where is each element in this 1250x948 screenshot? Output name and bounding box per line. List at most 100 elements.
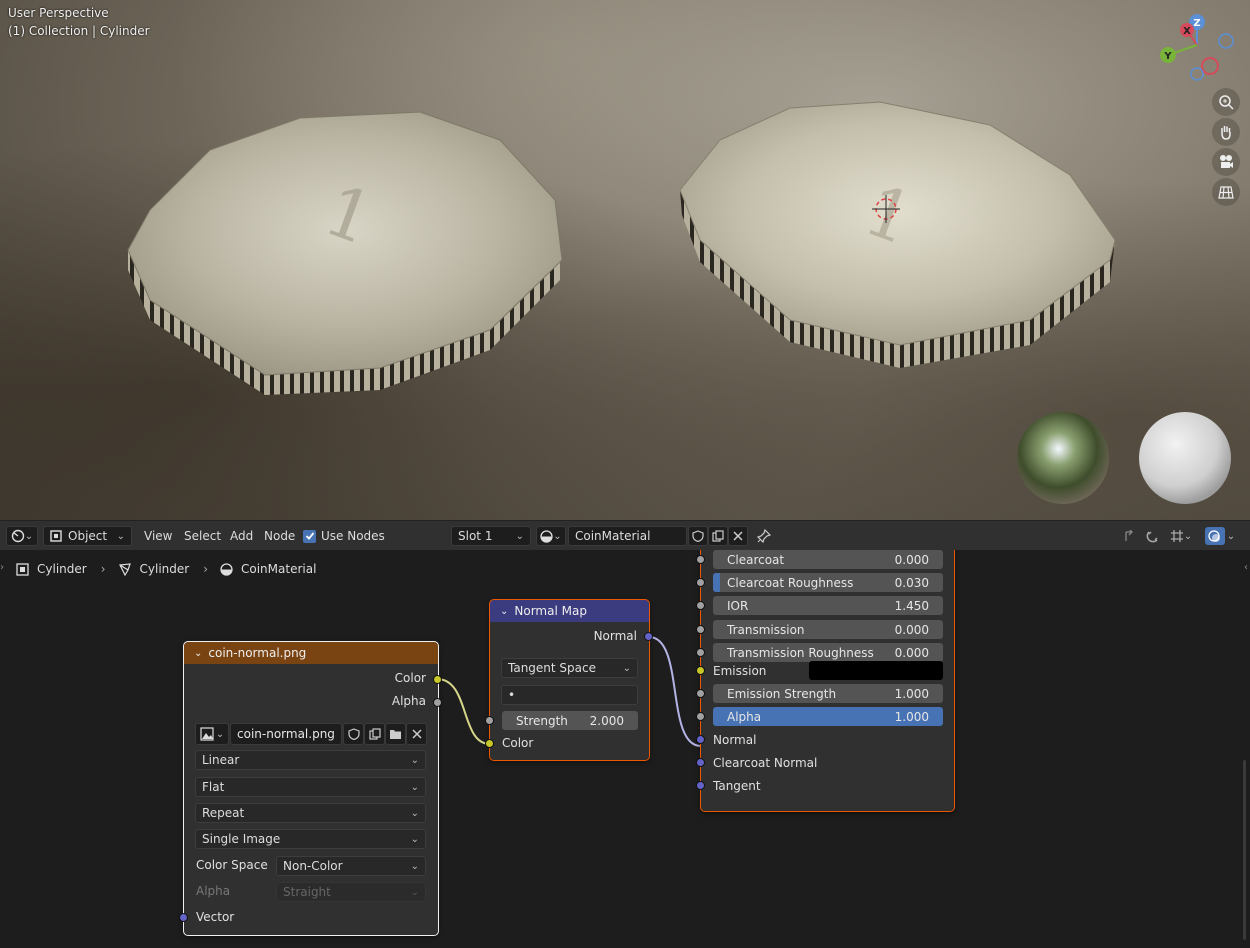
hand-icon[interactable] (1212, 118, 1240, 146)
source-dropdown[interactable]: Single Image ⌄ (195, 829, 426, 849)
color-space-value: Non-Color (283, 859, 343, 873)
editor-type-selector[interactable]: ⌄ (6, 526, 38, 546)
chevron-down-icon: ⌄ (410, 754, 419, 766)
bsdf-field[interactable]: Transmission 0.000 (713, 620, 943, 639)
bsdf-field[interactable]: IOR 1.450 (713, 596, 943, 615)
output-color-socket[interactable] (433, 675, 442, 684)
close-icon (411, 729, 422, 739)
bsdf-field[interactable]: Transmission Roughness 0.000 (713, 643, 943, 662)
bsdf-field-value: 0.000 (894, 552, 929, 567)
snap-toggle[interactable] (1143, 526, 1163, 546)
input-socket[interactable] (696, 555, 705, 564)
projection-dropdown[interactable]: Flat ⌄ (195, 777, 426, 797)
source-value: Single Image (202, 832, 281, 846)
bsdf-field-label: IOR (727, 598, 749, 613)
input-socket[interactable] (696, 625, 705, 634)
input-emission-strength-socket[interactable] (696, 689, 705, 698)
bsdf-field-label: Transmission Roughness (727, 645, 874, 660)
bsdf-field[interactable]: Clearcoat Roughness 0.030 (713, 573, 943, 592)
use-nodes-checkbox[interactable] (303, 529, 316, 543)
menu-select[interactable]: Select (184, 526, 221, 546)
input-clearcoat-normal-socket[interactable] (696, 758, 705, 767)
strength-field[interactable]: Strength 2.000 (502, 711, 638, 730)
input-normal-socket[interactable] (696, 735, 705, 744)
alpha-field[interactable]: Alpha 1.000 (713, 707, 943, 726)
snap-element-dropdown[interactable]: ⌄ (1166, 526, 1196, 546)
input-color-socket[interactable] (485, 739, 494, 748)
chevron-down-icon: ⌄ (116, 530, 125, 542)
node-title: Normal Map (514, 604, 587, 618)
extension-dropdown[interactable]: Repeat ⌄ (195, 803, 426, 823)
menu-node[interactable]: Node (264, 526, 295, 546)
pin-button[interactable] (756, 526, 772, 546)
input-tangent-socket[interactable] (696, 781, 705, 790)
image-browse-button[interactable]: ⌄ (195, 723, 229, 745)
fake-user-button[interactable] (688, 526, 708, 546)
duplicate-image-button[interactable] (364, 723, 385, 745)
collapse-icon[interactable]: ⌄ (194, 648, 202, 659)
bsdf-field-value: 0.030 (894, 575, 929, 590)
toolbar-toggle-icon[interactable]: › (0, 562, 4, 573)
scrollbar[interactable] (1243, 760, 1246, 940)
emission-strength-field[interactable]: Emission Strength 1.000 (713, 684, 943, 703)
unlink-material-button[interactable] (728, 526, 748, 546)
material-sphere (1139, 412, 1231, 504)
parent-node-button[interactable] (1120, 526, 1138, 546)
overlay-toggle[interactable]: ⌄ (1200, 526, 1240, 546)
input-socket[interactable] (696, 601, 705, 610)
input-color-label: Color (502, 736, 534, 750)
interpolation-dropdown[interactable]: Linear ⌄ (195, 750, 426, 770)
output-color-label: Color (394, 671, 426, 685)
material-name-field[interactable]: CoinMaterial (568, 526, 687, 546)
node-editor-icon (11, 529, 24, 543)
slot-dropdown[interactable]: Slot 1 ⌄ (451, 526, 531, 546)
input-alpha-socket[interactable] (696, 712, 705, 721)
grid-icon[interactable] (1212, 178, 1240, 206)
output-normal-socket[interactable] (644, 632, 653, 641)
emission-strength-value: 1.000 (894, 686, 929, 701)
input-strength-socket[interactable] (485, 716, 494, 725)
uv-map-field[interactable]: • (501, 685, 638, 705)
input-socket[interactable] (696, 578, 705, 587)
node-header[interactable]: ⌄ Normal Map (490, 600, 649, 622)
emission-color-swatch[interactable] (809, 661, 943, 680)
mode-dropdown[interactable]: Object ⌄ (43, 526, 132, 546)
input-socket[interactable] (696, 648, 705, 657)
normal-map-node[interactable]: ⌄ Normal Map Normal Tangent Space ⌄ • Str… (485, 599, 653, 761)
sidebar-toggle-icon[interactable]: ‹ (1244, 562, 1248, 573)
menu-view[interactable]: View (144, 526, 172, 546)
node-editor-canvas[interactable]: Cylinder › Cylinder › CoinMaterial ⌄ coi… (0, 550, 1250, 948)
input-vector-socket[interactable] (179, 913, 188, 922)
principled-bsdf-node[interactable]: Clearcoat 0.000 Clearcoat Roughness 0.030 IO… (696, 550, 955, 812)
bsdf-field-label: Clearcoat Roughness (727, 575, 854, 590)
image-texture-node[interactable]: ⌄ coin-normal.png Color Alpha ⌄ coin-nor… (179, 641, 442, 936)
alpha-mode-dropdown: Straight ⌄ (276, 882, 426, 902)
image-selector: ⌄ coin-normal.png (195, 723, 427, 745)
material-browse-button[interactable]: ⌄ (536, 526, 566, 546)
bsdf-field-value: 1.450 (894, 598, 929, 613)
image-name-field[interactable]: coin-normal.png (230, 723, 342, 745)
input-emission-socket[interactable] (696, 666, 705, 675)
use-nodes-toggle[interactable]: Use Nodes (303, 526, 385, 546)
zoom-icon[interactable] (1212, 88, 1240, 116)
menu-add[interactable]: Add (230, 526, 253, 546)
gizmo-z-label: Z (1193, 18, 1200, 29)
use-nodes-label: Use Nodes (321, 529, 385, 543)
space-dropdown[interactable]: Tangent Space ⌄ (501, 658, 638, 678)
collapse-icon[interactable]: ⌄ (500, 606, 508, 617)
node-editor-header: ⌄ Object ⌄ View Select Add Node Use Node… (0, 520, 1250, 550)
camera-icon[interactable] (1212, 148, 1240, 176)
unlink-image-button[interactable] (406, 723, 427, 745)
duplicate-material-button[interactable] (708, 526, 728, 546)
color-space-dropdown[interactable]: Non-Color ⌄ (276, 856, 426, 876)
bsdf-field[interactable]: Clearcoat 0.000 (713, 550, 943, 569)
node-header[interactable]: ⌄ coin-normal.png (184, 642, 438, 664)
open-image-button[interactable] (385, 723, 406, 745)
output-alpha-socket[interactable] (433, 698, 442, 707)
output-normal-label: Normal (593, 629, 637, 643)
navigation-gizmo[interactable]: Z X Y (1160, 14, 1234, 81)
3d-viewport[interactable]: 1 1 Z X Y User Perspective (1) Collectio… (0, 0, 1250, 520)
slot-label: Slot 1 (458, 529, 493, 543)
extension-value: Repeat (202, 806, 245, 820)
fake-user-button[interactable] (343, 723, 364, 745)
